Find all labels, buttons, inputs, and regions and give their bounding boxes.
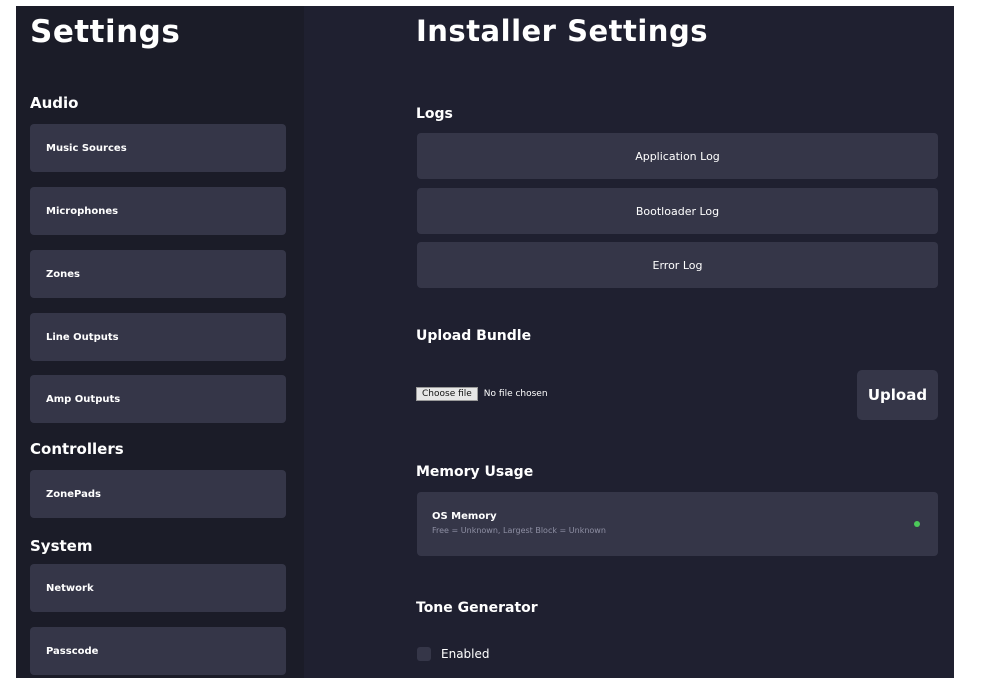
sidebar-item-music-sources[interactable]: Music Sources [30, 124, 286, 172]
tone-generator-heading: Tone Generator [416, 600, 538, 616]
app-window: Settings Audio Music Sources Microphones… [16, 6, 954, 678]
enabled-label: Enabled [441, 647, 490, 661]
choose-file-button[interactable]: Choose file [416, 387, 478, 401]
os-memory-title: OS Memory [432, 511, 497, 522]
sidebar-title: Settings [30, 14, 181, 50]
enabled-checkbox-row: Enabled [417, 646, 490, 662]
os-memory-detail: Free = Unknown, Largest Block = Unknown [432, 526, 606, 535]
bootloader-log-button[interactable]: Bootloader Log [417, 188, 938, 234]
sidebar-item-zones[interactable]: Zones [30, 250, 286, 298]
sidebar-item-amp-outputs[interactable]: Amp Outputs [30, 375, 286, 423]
application-log-button[interactable]: Application Log [417, 133, 938, 179]
sidebar-section-controllers: Controllers [30, 440, 124, 458]
sidebar-section-system: System [30, 537, 93, 555]
page-title: Installer Settings [416, 14, 708, 48]
logs-heading: Logs [416, 106, 453, 122]
sidebar: Settings Audio Music Sources Microphones… [16, 6, 304, 678]
sidebar-item-microphones[interactable]: Microphones [30, 187, 286, 235]
sidebar-item-passcode[interactable]: Passcode [30, 627, 286, 675]
memory-usage-heading: Memory Usage [416, 464, 534, 480]
main-content: Installer Settings Logs Application Log … [304, 6, 954, 678]
upload-button[interactable]: Upload [857, 370, 938, 420]
upload-bundle-heading: Upload Bundle [416, 328, 532, 344]
sidebar-item-line-outputs[interactable]: Line Outputs [30, 313, 286, 361]
os-memory-card: OS Memory Free = Unknown, Largest Block … [417, 492, 938, 556]
sidebar-section-audio: Audio [30, 94, 79, 112]
file-input: Choose file No file chosen [416, 386, 548, 402]
file-status-text: No file chosen [483, 389, 548, 399]
error-log-button[interactable]: Error Log [417, 242, 938, 288]
sidebar-item-zonepads[interactable]: ZonePads [30, 470, 286, 518]
sidebar-item-network[interactable]: Network [30, 564, 286, 612]
enabled-checkbox[interactable] [417, 647, 431, 661]
status-dot-icon [914, 521, 920, 527]
